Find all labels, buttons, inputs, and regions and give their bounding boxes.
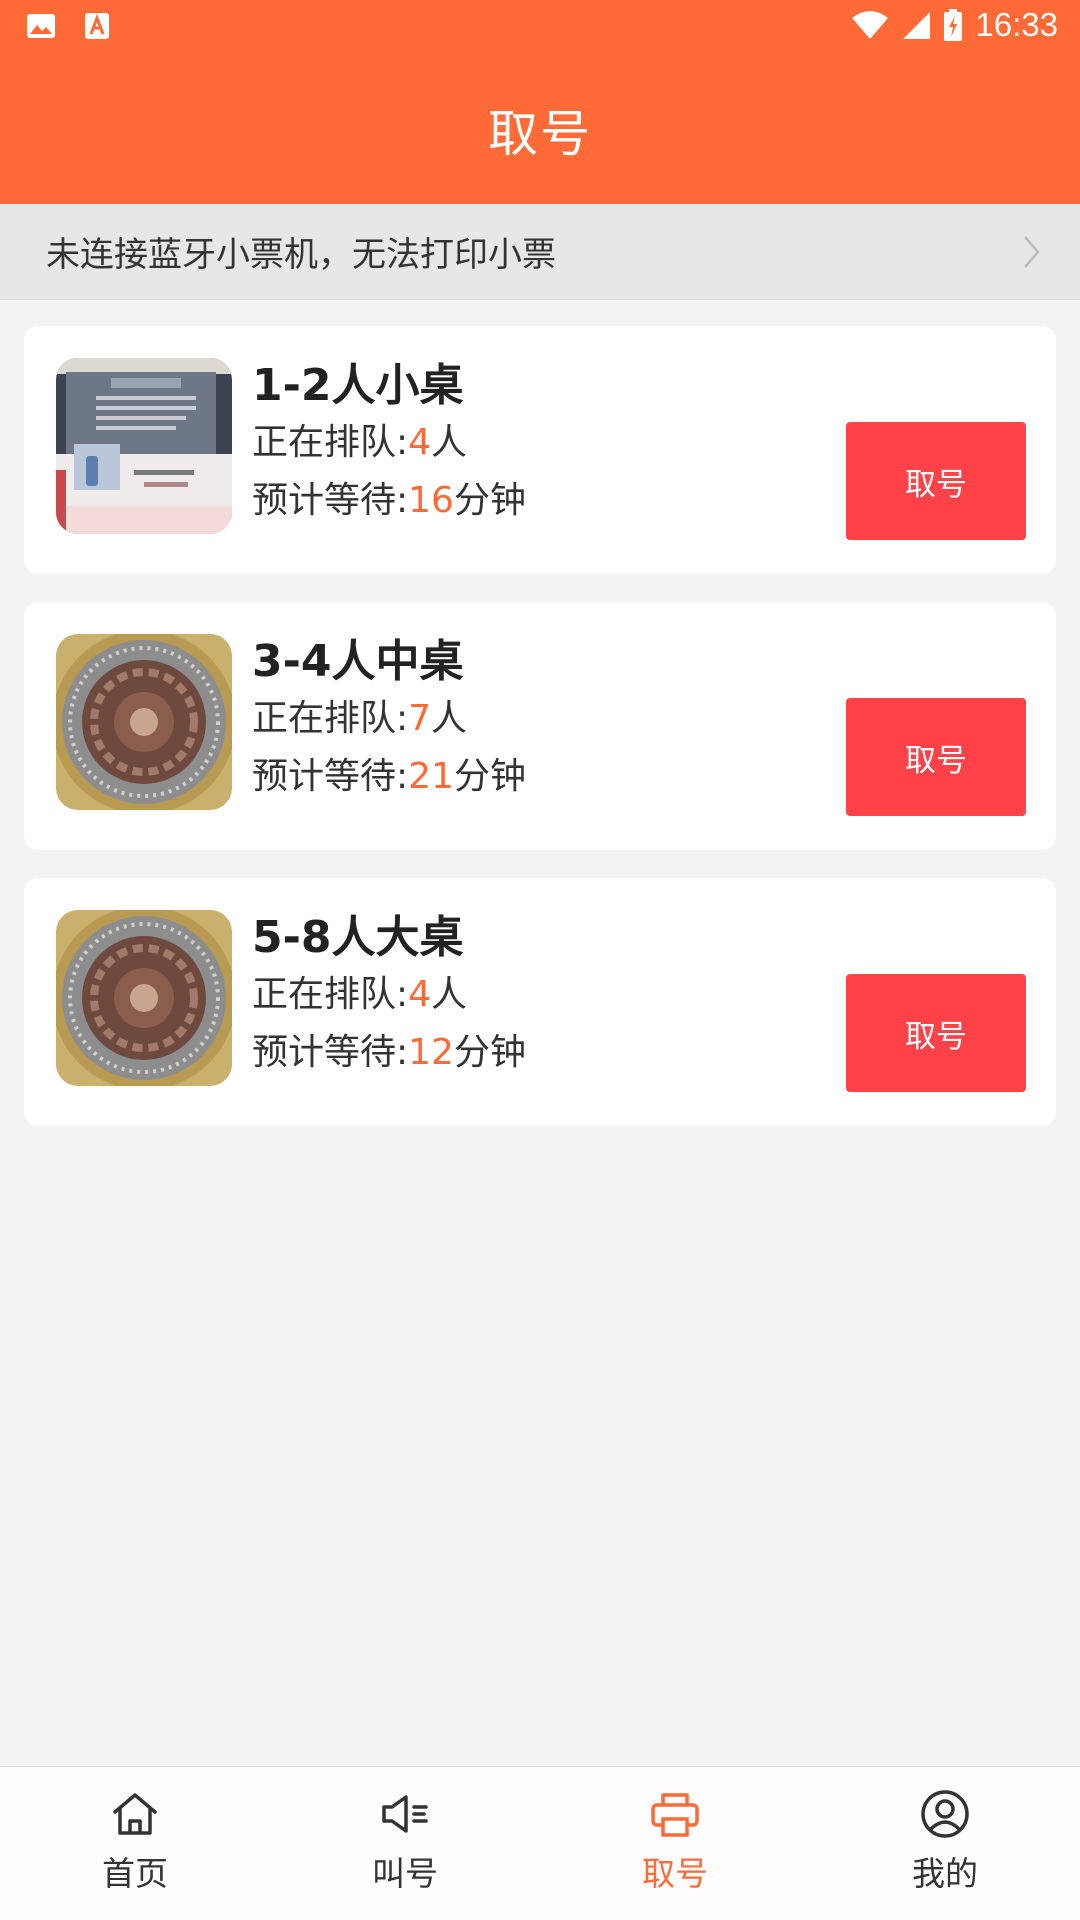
status-bar: 16:33 [0, 0, 1080, 56]
printer-warning-banner[interactable]: 未连接蓝牙小票机，无法打印小票 [0, 204, 1080, 300]
tab-profile[interactable]: 我的 [810, 1767, 1080, 1920]
chevron-right-icon [1024, 236, 1040, 268]
table-info: 5-8人大桌 正在排队:4人 预计等待:12分钟 [252, 910, 526, 1082]
take-number-button[interactable]: 取号 [846, 422, 1026, 540]
home-icon [113, 1793, 157, 1835]
page-title: 取号 [488, 105, 592, 163]
font-download-icon [85, 13, 109, 39]
battery-charging-icon [944, 9, 963, 41]
table-name: 3-4人中桌 [252, 636, 464, 687]
printer-icon [651, 1793, 699, 1837]
speaker-icon [382, 1795, 428, 1833]
tab-take-number[interactable]: 取号 [540, 1767, 810, 1920]
signal-icon [903, 12, 931, 39]
queue-count: 正在排队:4人 [252, 974, 468, 1015]
tab-call-number[interactable]: 叫号 [270, 1767, 540, 1920]
store-display-photo [56, 358, 232, 534]
banner-text: 未连接蓝牙小票机，无法打印小票 [46, 235, 556, 275]
grilled-meat-photo [56, 910, 232, 1086]
table-name: 5-8人大桌 [252, 912, 464, 963]
table-type-list: 1-2人小桌 正在排队:4人 预计等待:16分钟 取号 3-4人中桌 正在排队:… [24, 326, 1056, 1154]
tab-label: 叫号 [372, 1854, 438, 1893]
take-number-button[interactable]: 取号 [846, 974, 1026, 1092]
wifi-icon [852, 11, 889, 39]
image-icon [27, 14, 55, 38]
tab-label: 首页 [102, 1854, 168, 1893]
estimated-wait: 预计等待:21分钟 [252, 756, 526, 797]
table-info: 1-2人小桌 正在排队:4人 预计等待:16分钟 [252, 358, 526, 530]
user-icon [921, 1790, 969, 1838]
take-number-button[interactable]: 取号 [846, 698, 1026, 816]
grilled-meat-photo [56, 634, 232, 810]
estimated-wait: 预计等待:16分钟 [252, 480, 526, 521]
status-clock: 16:33 [975, 6, 1058, 43]
table-info: 3-4人中桌 正在排队:7人 预计等待:21分钟 [252, 634, 526, 806]
table-card: 1-2人小桌 正在排队:4人 预计等待:16分钟 取号 [24, 326, 1056, 574]
app-header: 取号 [0, 56, 1080, 204]
tab-label: 取号 [642, 1854, 708, 1893]
table-name: 1-2人小桌 [252, 360, 464, 411]
bottom-tab-bar: 首页 叫号 取号 我的 [0, 1766, 1080, 1920]
tab-home[interactable]: 首页 [0, 1767, 270, 1920]
estimated-wait: 预计等待:12分钟 [252, 1032, 526, 1073]
queue-count: 正在排队:4人 [252, 422, 468, 463]
table-card: 3-4人中桌 正在排队:7人 预计等待:21分钟 取号 [24, 602, 1056, 850]
tab-label: 我的 [912, 1854, 978, 1893]
table-card: 5-8人大桌 正在排队:4人 预计等待:12分钟 取号 [24, 878, 1056, 1126]
queue-count: 正在排队:7人 [252, 698, 468, 739]
